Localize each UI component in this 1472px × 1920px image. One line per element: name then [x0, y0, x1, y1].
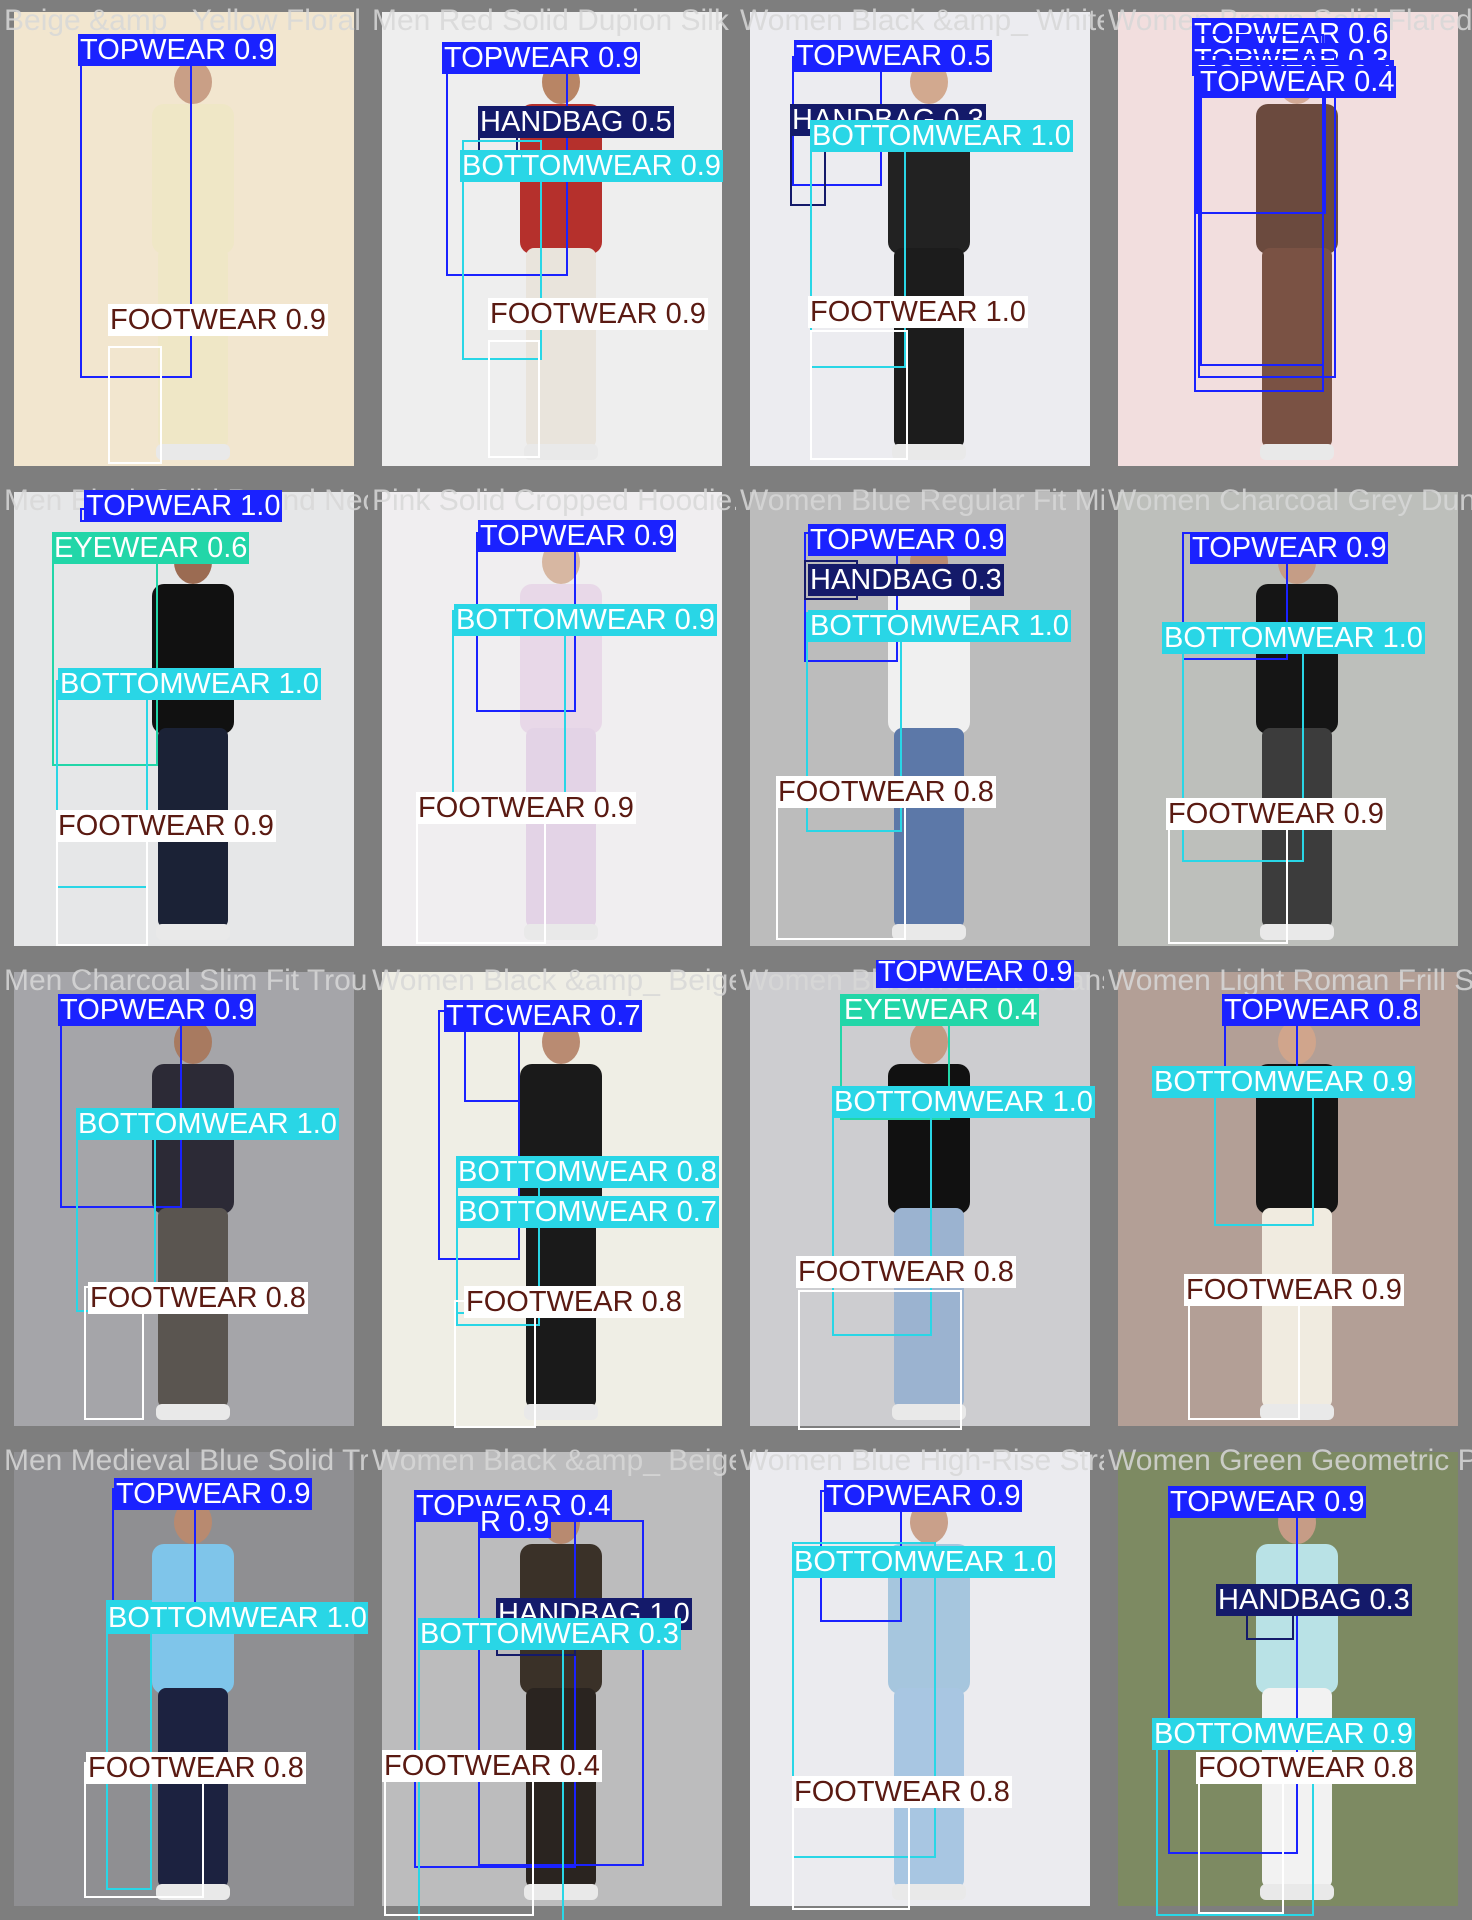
- image-caption: Women Charcoal Grey Dungarees: [1108, 484, 1472, 517]
- image-tile[interactable]: Women Charcoal Grey Dungarees TOPWEAR 0.9…: [1104, 480, 1472, 960]
- image-tile[interactable]: Women Black &amp_ Beige Chevron Printed …: [368, 960, 736, 1440]
- footwear-detection-label: FOOTWEAR 0.8: [1196, 1752, 1416, 1784]
- topwear-detection-label: TOPWEAR 0.9: [478, 520, 677, 552]
- bottomwear-detection-label: BOTTOMWEAR 1.0: [58, 668, 321, 700]
- topwear-detection-label: TOPWEAR 0.4: [1198, 66, 1397, 98]
- footwear-bounding-box: [454, 1300, 536, 1428]
- topwear-detection-label: TOPWEAR 0.9: [876, 960, 1075, 988]
- topwear-detection-label: TOPWEAR 0.5: [794, 40, 993, 72]
- topwear-detection-label: TOPWEAR 0.9: [442, 42, 641, 74]
- footwear-detection-label: FOOTWEAR 0.9: [1166, 798, 1386, 830]
- model-feet: [156, 444, 230, 460]
- image-tile[interactable]: Women Black &amp_ White Slim Fit Track P…: [736, 0, 1104, 480]
- footwear-detection-label: FOOTWEAR 0.9: [416, 792, 636, 824]
- image-tile[interactable]: Women Blue Regular Fit Mid-Rise Clean Lo…: [736, 480, 1104, 960]
- image-tile[interactable]: Women Blue Mom Fit JeansEYEWEAR 0.4TOPWE…: [736, 960, 1104, 1440]
- image-tile[interactable]: Men Black Solid Round Neck T-shirtEYEWEA…: [0, 480, 368, 960]
- topwear-detection-label: TOPWEAR 1.0: [84, 490, 283, 522]
- footwear-detection-label: FOOTWEAR 0.9: [56, 810, 276, 842]
- topwear-detection-label: TOPWEAR 0.9: [114, 1478, 313, 1510]
- model-feet: [1260, 444, 1334, 460]
- footwear-detection-label: FOOTWEAR 0.8: [796, 1256, 1016, 1288]
- footwear-bounding-box: [1168, 810, 1288, 944]
- bottomwear-detection-label: BOTTOMWEAR 0.9: [454, 604, 717, 636]
- image-caption: Women Blue High-Rise Straight Fit Jeans: [740, 1444, 1104, 1477]
- footwear-detection-label: FOOTWEAR 0.8: [792, 1776, 1012, 1808]
- footwear-detection-label: FOOTWEAR 1.0: [808, 296, 1028, 328]
- bottomwear-detection-label: BOTTOMWEAR 0.3: [418, 1618, 681, 1650]
- topwear-detection-label: TOPWEAR 0.9: [78, 34, 277, 66]
- footwear-bounding-box: [810, 330, 908, 460]
- detection-grid: Beige &amp_ Yellow Floral Printed KurtaT…: [0, 0, 1472, 1920]
- footwear-bounding-box: [1198, 1764, 1284, 1914]
- footwear-bounding-box: [776, 794, 906, 940]
- bottomwear-detection-label: BOTTOMWEAR 0.7: [456, 1196, 719, 1228]
- image-caption: Women Black &amp_ Beige Printed Kurta: [372, 1444, 736, 1477]
- footwear-bounding-box: [416, 810, 546, 944]
- footwear-detection-label: FOOTWEAR 0.8: [776, 776, 996, 808]
- image-tile[interactable]: Men Charcoal Slim Fit Trousers.jpgTOPWEA…: [0, 960, 368, 1440]
- bottomwear-detection-label: BOTTOMWEAR 0.9: [1152, 1066, 1415, 1098]
- topwear-bounding-box: [1200, 76, 1324, 366]
- image-caption: Women Green Geometric Printed Kurta: [1108, 1444, 1472, 1477]
- image-caption: Men Red Solid Dupion Silk Straight Kurta: [372, 4, 736, 37]
- image-tile[interactable]: Men Red Solid Dupion Silk Straight Kurta…: [368, 0, 736, 480]
- bottomwear-detection-label: BOTTOMWEAR 1.0: [106, 1602, 368, 1634]
- image-caption: Men Medieval Blue Solid Track Pants: [4, 1444, 368, 1477]
- image-tile[interactable]: Men Medieval Blue Solid Track PantsTOPWE…: [0, 1440, 368, 1920]
- bottomwear-detection-label: BOTTOMWEAR 0.8: [456, 1156, 719, 1188]
- footwear-detection-label: FOOTWEAR 0.9: [108, 304, 328, 336]
- topwear-detection-label: R 0.9: [478, 1506, 552, 1538]
- bottomwear-detection-label: BOTTOMWEAR 1.0: [832, 1086, 1095, 1118]
- bottomwear-detection-label: BOTTOMWEAR 1.0: [792, 1546, 1055, 1578]
- topwear-detection-label: TOPWEAR 0.9: [824, 1480, 1023, 1512]
- model-feet: [156, 1404, 230, 1420]
- topwear-detection-label: TOPWEAR 0.9: [58, 994, 257, 1026]
- footwear-detection-label: FOOTWEAR 0.9: [488, 298, 708, 330]
- image-caption: Women Black &amp_ Beige Chevron Printed …: [372, 964, 736, 997]
- footwear-bounding-box: [108, 346, 162, 464]
- footwear-bounding-box: [488, 340, 540, 458]
- eyewear-detection-label: EYEWEAR 0.4: [842, 994, 1040, 1026]
- image-tile[interactable]: Women Light Roman Frill SkirtTOPWEAR 0.8…: [1104, 960, 1472, 1440]
- bottomwear-detection-label: BOTTOMWEAR 0.9: [1152, 1718, 1415, 1750]
- image-caption: Women Black &amp_ White Slim Fit Track P…: [740, 4, 1104, 37]
- image-tile[interactable]: Beige &amp_ Yellow Floral Printed KurtaT…: [0, 0, 368, 480]
- handbag-detection-label: HANDBAG 0.3: [808, 564, 1004, 596]
- footwear-detection-label: FOOTWEAR 0.8: [464, 1286, 684, 1318]
- image-caption: Women Blue Regular Fit Mid-Rise Clean Lo…: [740, 484, 1104, 517]
- topwear-bounding-box: [464, 1026, 520, 1102]
- topwear-detection-label: TC: [464, 1000, 507, 1032]
- bottomwear-detection-label: BOTTOMWEAR 1.0: [810, 120, 1073, 152]
- topwear-detection-label: TOPWEAR 0.9: [1190, 532, 1389, 564]
- handbag-detection-label: HANDBAG 0.5: [478, 106, 674, 138]
- bottomwear-detection-label: BOTTOMWEAR 1.0: [76, 1108, 339, 1140]
- model-torso: [152, 584, 234, 734]
- footwear-detection-label: FOOTWEAR 0.8: [86, 1752, 306, 1784]
- eyewear-detection-label: EYEWEAR 0.6: [52, 532, 250, 564]
- bottomwear-bounding-box: [452, 610, 566, 810]
- model-feet: [156, 924, 230, 940]
- bottomwear-detection-label: BOTTOMWEAR 1.0: [1162, 622, 1425, 654]
- handbag-detection-label: HANDBAG 0.3: [1216, 1584, 1412, 1616]
- footwear-detection-label: FOOTWEAR 0.4: [382, 1750, 602, 1782]
- image-tile[interactable]: Women Blue High-Rise Straight Fit JeansT…: [736, 1440, 1104, 1920]
- image-tile[interactable]: Pink Solid Cropped Hoodie.jpgTOPWEAR 0.9…: [368, 480, 736, 960]
- topwear-detection-label: TOPWEAR 0.8: [1222, 994, 1421, 1026]
- footwear-detection-label: FOOTWEAR 0.9: [1184, 1274, 1404, 1306]
- image-tile[interactable]: Women Green Geometric Printed Kurta TOPWE…: [1104, 1440, 1472, 1920]
- topwear-detection-label: TOPWEAR 0.9: [808, 524, 1007, 556]
- bottomwear-detection-label: BOTTOMWEAR 1.0: [808, 610, 1071, 642]
- image-caption: Pink Solid Cropped Hoodie.jpg: [372, 484, 736, 517]
- image-tile[interactable]: Women Brown Solid Flared TrousersTOPWEAR…: [1104, 0, 1472, 480]
- footwear-bounding-box: [798, 1290, 962, 1430]
- footwear-bounding-box: [1188, 1302, 1300, 1420]
- image-tile[interactable]: Women Black &amp_ Beige Printed KurtaTOP…: [368, 1440, 736, 1920]
- bottomwear-detection-label: BOTTOMWEAR 0.9: [460, 150, 723, 182]
- topwear-detection-label: TOPWEAR 0.9: [1168, 1486, 1367, 1518]
- footwear-detection-label: FOOTWEAR 0.8: [88, 1282, 308, 1314]
